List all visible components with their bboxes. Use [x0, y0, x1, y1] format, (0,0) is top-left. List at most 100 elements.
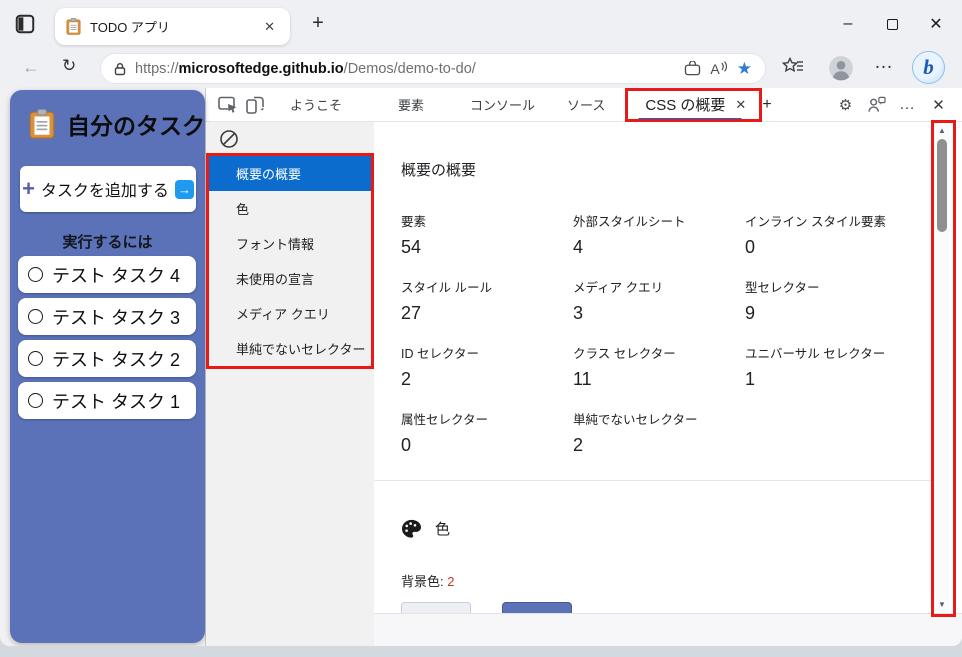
sidebar-item-overview-summary[interactable]: 概要の概要 — [206, 156, 374, 191]
sidebar-item-non-simple-selectors[interactable]: 単純でないセレクター — [206, 331, 374, 366]
stat-cell: インライン スタイル要素0 — [745, 211, 917, 258]
add-task-button[interactable]: + タスクを追加する → — [20, 166, 196, 212]
clipboard-icon — [29, 109, 55, 139]
task-checkbox-circle-icon[interactable] — [28, 351, 43, 366]
devtools-footer-strip — [374, 613, 962, 646]
devtools-tab-console[interactable]: コンソール — [454, 88, 551, 121]
back-button[interactable]: ← — [22, 57, 40, 78]
tab-favicon-clipboard-icon — [66, 18, 81, 35]
browser-settings-menu-icon[interactable]: … — [874, 52, 894, 74]
active-tab-underline — [638, 118, 742, 121]
stat-cell: 外部スタイルシート4 — [573, 211, 745, 258]
task-item[interactable]: テスト タスク 4 — [18, 256, 196, 293]
task-label: テスト タスク 2 — [52, 346, 180, 372]
favorites-hub-icon[interactable] — [782, 57, 804, 75]
devtools-tab-css-overview-label: CSS の概要 — [645, 94, 725, 115]
clear-overview-icon[interactable] — [215, 126, 242, 153]
scrollbar-down-arrow-icon[interactable]: ▼ — [934, 600, 950, 609]
todo-header: 自分のタスク — [10, 90, 205, 141]
task-item[interactable]: テスト タスク 2 — [18, 340, 196, 377]
palette-icon — [401, 519, 422, 538]
new-tab-button[interactable]: + — [304, 11, 332, 37]
task-checkbox-circle-icon[interactable] — [28, 309, 43, 324]
browser-window: TODO アプリ ✕ + – ✕ ← ↻ https://microsofted… — [0, 0, 962, 646]
inspect-element-icon[interactable] — [214, 91, 241, 118]
colors-section-heading: 色 — [435, 518, 450, 539]
devtools-scrollbar[interactable]: ▲ ▼ — [933, 122, 950, 613]
devtools-tab-close-icon[interactable]: ✕ — [735, 97, 746, 113]
refresh-button[interactable]: ↻ — [62, 56, 76, 76]
devtools-toolbar-right: ⚙ … ✕ — [832, 91, 962, 118]
sidebar-item-media-queries[interactable]: メディア クエリ — [206, 296, 374, 331]
background-colors-label: 背景色: 2 — [401, 571, 962, 590]
read-aloud-icon[interactable]: A — [710, 61, 727, 77]
task-item[interactable]: テスト タスク 3 — [18, 298, 196, 335]
stat-cell: クラス セレクター11 — [573, 343, 745, 390]
colors-section-header: 色 — [401, 518, 962, 539]
window-maximize-button[interactable] — [870, 2, 914, 46]
stat-cell: 属性セレクター0 — [401, 409, 573, 456]
tab-close-icon[interactable]: ✕ — [260, 17, 279, 37]
devtools-more-tabs-button[interactable]: + — [756, 96, 777, 114]
clear-overview-row — [206, 122, 374, 156]
overview-summary-heading: 概要の概要 — [401, 159, 962, 180]
profile-avatar[interactable] — [828, 55, 854, 81]
css-overview-menu: 概要の概要 色 フォント情報 未使用の宣言 メディア クエリ 単純でないセレクタ… — [206, 156, 374, 366]
stat-cell: メディア クエリ3 — [573, 277, 745, 324]
devtools-feedback-icon[interactable] — [863, 91, 890, 118]
background-colors-count: 2 — [447, 574, 454, 589]
task-checkbox-circle-icon[interactable] — [28, 267, 43, 282]
stat-cell: ID セレクター2 — [401, 343, 573, 390]
task-label: テスト タスク 1 — [52, 388, 180, 414]
url-text[interactable]: https://microsoftedge.github.io/Demos/de… — [135, 61, 675, 77]
device-emulation-icon[interactable] — [241, 91, 268, 118]
devtools-tab-welcome[interactable]: ようこそ — [274, 88, 358, 121]
app-install-icon[interactable] — [684, 61, 701, 76]
stat-cell: 要素54 — [401, 211, 573, 258]
devtools-close-icon[interactable]: ✕ — [925, 91, 952, 118]
maximize-icon — [887, 19, 898, 30]
devtools-tab-sources[interactable]: ソース — [551, 88, 621, 121]
window-close-button[interactable]: ✕ — [914, 2, 958, 46]
devtools-more-menu-icon[interactable]: … — [894, 91, 921, 118]
devtools-tab-elements[interactable]: 要素 — [382, 88, 440, 121]
devtools-settings-gear-icon[interactable]: ⚙ — [832, 91, 859, 118]
sidebar-item-colors[interactable]: 色 — [206, 191, 374, 226]
window-controls: – ✕ — [826, 0, 958, 48]
todo-app-panel: 自分のタスク + タスクを追加する → 実行するには テスト タスク 4 テスト… — [10, 90, 205, 643]
plus-icon: + — [22, 178, 35, 200]
address-bar[interactable]: https://microsoftedge.github.io/Demos/de… — [100, 53, 766, 84]
overview-stats-grid: 要素54 外部スタイルシート4 インライン スタイル要素0 スタイル ルール27… — [401, 211, 962, 456]
favorite-star-icon[interactable]: ★ — [737, 59, 752, 79]
url-scheme: https:// — [135, 61, 179, 77]
webpage-area: 自分のタスク + タスクを追加する → 実行するには テスト タスク 4 テスト… — [0, 88, 205, 646]
sidebar-item-font-info[interactable]: フォント情報 — [206, 226, 374, 261]
css-overview-main: 概要の概要 要素54 外部スタイルシート4 インライン スタイル要素0 スタイル… — [374, 122, 962, 646]
scrollbar-thumb[interactable] — [937, 139, 947, 232]
todo-app-title: 自分のタスク — [67, 107, 205, 141]
stat-cell: 型セレクター9 — [745, 277, 917, 324]
browser-tab-strip: TODO アプリ ✕ + – ✕ — [0, 0, 962, 48]
tab-title: TODO アプリ — [90, 17, 251, 36]
task-label: テスト タスク 4 — [52, 262, 180, 288]
devtools-panel: ようこそ 要素 コンソール ソース CSS の概要 ✕ + ⚙ — [205, 88, 962, 646]
sidebar-item-unused-declarations[interactable]: 未使用の宣言 — [206, 261, 374, 296]
url-domain: microsoftedge.github.io — [179, 61, 344, 77]
browser-tab-todo-app[interactable]: TODO アプリ ✕ — [55, 8, 290, 45]
task-item[interactable]: テスト タスク 1 — [18, 382, 196, 419]
stat-cell: ユニバーサル セレクター1 — [745, 343, 917, 390]
devtools-toolbar: ようこそ 要素 コンソール ソース CSS の概要 ✕ + ⚙ — [206, 88, 962, 122]
tab-actions-menu-icon[interactable] — [14, 13, 36, 35]
bing-chat-icon[interactable]: b — [912, 51, 945, 84]
bing-letter: b — [923, 57, 934, 78]
arrow-right-icon: → — [175, 180, 194, 199]
task-checkbox-circle-icon[interactable] — [28, 393, 43, 408]
stat-cell: 単純でないセレクター2 — [573, 409, 745, 456]
devtools-tab-css-overview[interactable]: CSS の概要 ✕ — [629, 88, 756, 121]
add-task-label: タスクを追加する — [41, 177, 169, 201]
scrollbar-up-arrow-icon[interactable]: ▲ — [934, 126, 950, 135]
task-list-heading: 実行するには — [10, 231, 205, 252]
task-label: テスト タスク 3 — [52, 304, 180, 330]
window-minimize-button[interactable]: – — [826, 2, 870, 46]
url-path: /Demos/demo-to-do/ — [344, 61, 476, 77]
